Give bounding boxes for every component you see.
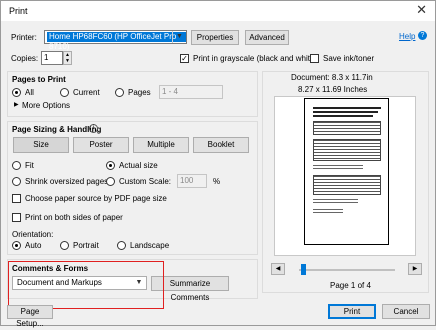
auto-radio[interactable] <box>12 241 21 250</box>
document-size-label: Document: 8.3 x 11.7in <box>291 73 373 82</box>
both-sides-label: Print on both sides of paper <box>25 213 123 222</box>
custom-scale-radio[interactable] <box>106 177 115 186</box>
preview-area <box>274 96 416 256</box>
size-button[interactable]: Size <box>13 137 69 153</box>
info-icon[interactable]: i <box>89 124 98 133</box>
pages-to-print-title: Pages to Print <box>12 75 66 84</box>
both-sides-checkbox[interactable] <box>12 213 21 222</box>
page-sizing-title: Page Sizing & Handling <box>12 125 102 134</box>
copies-label: Copies: <box>11 54 39 63</box>
portrait-label: Portrait <box>73 241 99 250</box>
expand-triangle-icon[interactable]: ▶ <box>14 101 19 108</box>
grayscale-label: Print in grayscale (black and white) <box>193 54 318 63</box>
help-icon[interactable]: ? <box>418 31 427 40</box>
save-ink-label: Save ink/toner <box>323 54 375 63</box>
close-icon[interactable]: ✕ <box>416 3 427 17</box>
booklet-button[interactable]: Booklet <box>193 137 249 153</box>
pages-range-input[interactable]: 1 - 4 <box>159 85 223 99</box>
percent-label: % <box>213 177 221 186</box>
printer-label: Printer: <box>11 33 37 42</box>
page-thumbnail <box>304 98 389 245</box>
thumbnail-line <box>313 115 373 117</box>
save-ink-checkbox[interactable] <box>310 54 319 63</box>
window-title: Print <box>9 6 28 16</box>
chevron-down-icon: ▼ <box>172 31 186 43</box>
thumbnail-text-block <box>313 209 343 213</box>
advanced-button[interactable]: Advanced <box>245 30 289 45</box>
grayscale-checkbox[interactable]: ✓ <box>180 54 189 63</box>
thumbnail-line <box>313 111 378 113</box>
custom-scale-label: Custom Scale: <box>119 177 172 186</box>
multiple-button[interactable]: Multiple <box>133 137 189 153</box>
thumbnail-text-block <box>313 165 363 171</box>
auto-label: Auto <box>25 241 42 250</box>
thumbnail-line <box>313 107 381 109</box>
orientation-label: Orientation: <box>12 230 54 239</box>
shrink-radio[interactable] <box>12 177 21 186</box>
actual-size-label: Actual size <box>119 161 158 170</box>
fit-radio[interactable] <box>12 161 21 170</box>
help-link[interactable]: Help <box>399 32 415 41</box>
pages-current-radio[interactable] <box>60 88 69 97</box>
pages-range-label: Pages <box>128 88 151 97</box>
copies-stepper[interactable]: ▲ ▼ <box>63 51 72 65</box>
copies-input[interactable]: 1 <box>41 51 63 65</box>
thumbnail-table <box>313 139 381 161</box>
portrait-radio[interactable] <box>60 241 69 250</box>
paper-size-label: 8.27 x 11.69 Inches <box>298 85 368 94</box>
printer-selected-value: Home HP68FC60 (HP OfficeJet Pro 8710) <box>47 32 186 51</box>
paper-source-checkbox[interactable] <box>12 194 21 203</box>
custom-scale-input[interactable]: 100 <box>177 174 207 188</box>
next-page-button[interactable]: ▶ <box>408 263 422 275</box>
landscape-label: Landscape <box>130 241 170 250</box>
more-options-label[interactable]: More Options <box>22 101 70 110</box>
paper-source-label: Choose paper source by PDF page size <box>25 194 167 203</box>
properties-button[interactable]: Properties <box>191 30 239 45</box>
prev-page-button[interactable]: ◀ <box>271 263 285 275</box>
pages-range-radio[interactable] <box>115 88 124 97</box>
print-button[interactable]: Print <box>328 304 376 319</box>
shrink-label: Shrink oversized pages <box>25 177 109 186</box>
page-slider-thumb[interactable] <box>301 264 306 275</box>
thumbnail-text-block <box>313 199 358 205</box>
print-dialog: Print ✕ Printer: Home HP68FC60 (HP Offic… <box>0 0 436 328</box>
pages-all-label: All <box>25 88 34 97</box>
page-setup-button[interactable]: Page Setup... <box>7 305 53 328</box>
cancel-button[interactable]: Cancel <box>382 304 430 319</box>
title-bar: Print ✕ <box>1 1 435 21</box>
annotation-highlight-box <box>8 261 164 309</box>
page-slider-track[interactable] <box>299 269 395 271</box>
thumbnail-table <box>313 175 381 195</box>
poster-button[interactable]: Poster <box>73 137 129 153</box>
page-indicator: Page 1 of 4 <box>330 281 371 290</box>
pages-all-radio[interactable] <box>12 88 21 97</box>
fit-label: Fit <box>25 161 34 170</box>
actual-size-radio[interactable] <box>106 161 115 170</box>
printer-select[interactable]: Home HP68FC60 (HP OfficeJet Pro 8710) ▼ <box>44 30 187 51</box>
thumbnail-table <box>313 121 381 135</box>
landscape-radio[interactable] <box>117 241 126 250</box>
pages-current-label: Current <box>73 88 100 97</box>
